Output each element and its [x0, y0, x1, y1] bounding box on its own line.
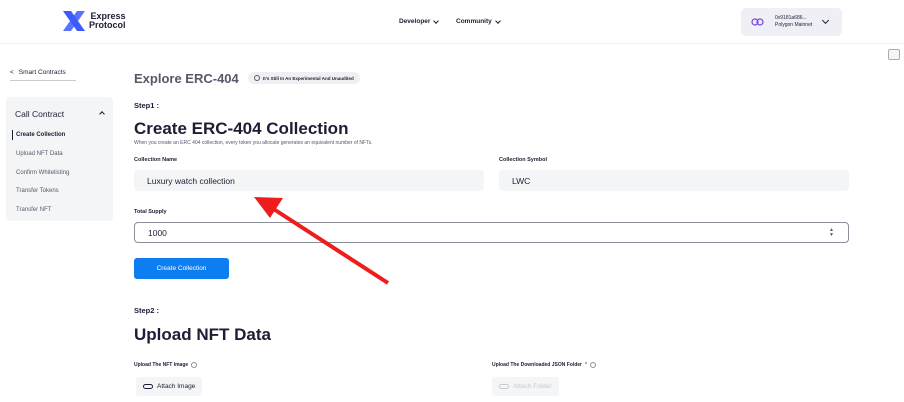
annotation-arrow-shaft: [270, 206, 390, 285]
annotation-arrow: [254, 197, 390, 285]
annotation-arrow-head: [254, 197, 283, 218]
